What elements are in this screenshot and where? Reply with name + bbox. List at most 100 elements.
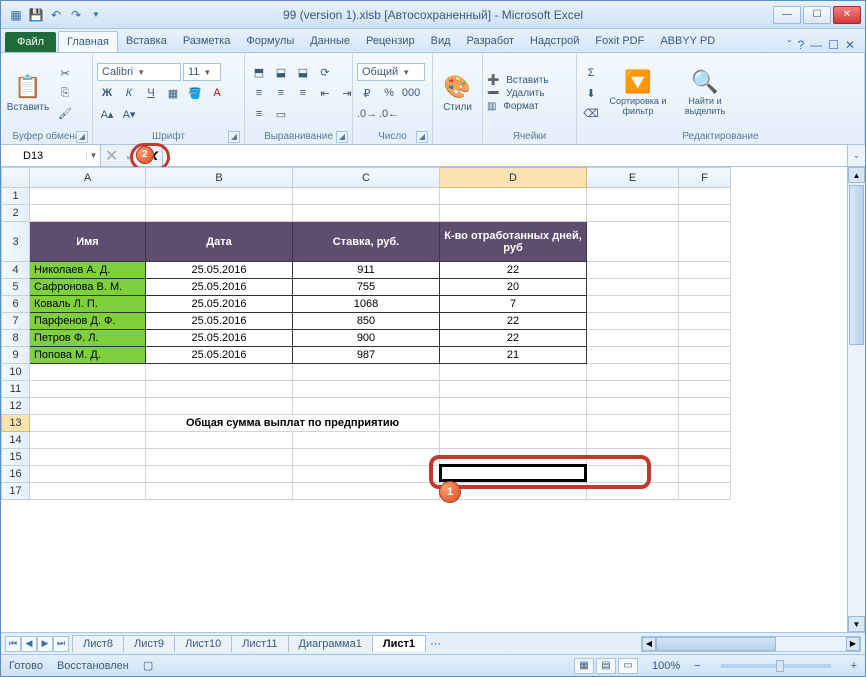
cell[interactable]: [30, 483, 146, 500]
data-cell[interactable]: 25.05.2016: [146, 330, 293, 347]
cell[interactable]: [679, 296, 731, 313]
border-button[interactable]: ▦: [163, 84, 183, 102]
doc-max-icon[interactable]: ☐: [828, 38, 839, 52]
cell[interactable]: [440, 483, 587, 500]
name-cell[interactable]: Парфенов Д. Ф.: [30, 313, 146, 330]
sheet-tab[interactable]: Диаграмма1: [288, 635, 373, 652]
delete-cells-button[interactable]: ➖ Удалить: [487, 88, 549, 99]
number-dialog-launcher[interactable]: ◢: [416, 131, 428, 143]
cancel-icon[interactable]: ✕: [105, 146, 118, 166]
align-middle-icon[interactable]: ⬓: [271, 63, 291, 81]
cell[interactable]: [679, 262, 731, 279]
row-header[interactable]: 9: [2, 347, 30, 364]
row-header[interactable]: 15: [2, 449, 30, 466]
zoom-slider[interactable]: [721, 664, 831, 668]
row-header[interactable]: 1: [2, 188, 30, 205]
font-dialog-launcher[interactable]: ◢: [228, 131, 240, 143]
cell[interactable]: [440, 205, 587, 222]
cell[interactable]: [587, 205, 679, 222]
undo-icon[interactable]: ↶: [47, 6, 65, 24]
cell[interactable]: [293, 205, 440, 222]
total-label-cell[interactable]: Общая сумма выплат по предприятию: [146, 415, 440, 432]
cell[interactable]: [587, 262, 679, 279]
table-header-cell[interactable]: Дата: [146, 222, 293, 262]
row-header[interactable]: 5: [2, 279, 30, 296]
sheet-nav-first-icon[interactable]: ⏮: [5, 636, 21, 652]
hscroll-left-icon[interactable]: ◀: [642, 637, 656, 651]
cell[interactable]: [30, 449, 146, 466]
name-cell[interactable]: Коваль Л. П.: [30, 296, 146, 313]
cell[interactable]: [293, 449, 440, 466]
cell[interactable]: [440, 398, 587, 415]
data-cell[interactable]: 900: [293, 330, 440, 347]
increase-decimal-icon[interactable]: .0→: [357, 105, 377, 123]
align-left-icon[interactable]: ≡: [249, 84, 269, 102]
cell[interactable]: [146, 205, 293, 222]
cell[interactable]: [679, 466, 731, 483]
cell[interactable]: [587, 313, 679, 330]
cell[interactable]: [587, 330, 679, 347]
doc-min-icon[interactable]: —: [810, 38, 822, 52]
help-icon[interactable]: ?: [797, 38, 804, 52]
cell[interactable]: [679, 205, 731, 222]
cell[interactable]: [679, 449, 731, 466]
zoom-out-button[interactable]: −: [694, 660, 700, 672]
cell[interactable]: [293, 188, 440, 205]
minimize-ribbon-icon[interactable]: ˇ: [787, 38, 791, 52]
sheet-tab[interactable]: Лист11: [231, 635, 288, 652]
cell[interactable]: [293, 381, 440, 398]
ribbon-tab-вид[interactable]: Вид: [423, 31, 459, 52]
row-header[interactable]: 13: [2, 415, 30, 432]
format-painter-icon[interactable]: 🖌: [55, 104, 75, 122]
cell[interactable]: [679, 222, 731, 262]
cell[interactable]: [293, 432, 440, 449]
redo-icon[interactable]: ↷: [67, 6, 85, 24]
decrease-decimal-icon[interactable]: .0←: [379, 105, 399, 123]
cell[interactable]: [679, 398, 731, 415]
data-cell[interactable]: 25.05.2016: [146, 296, 293, 313]
data-cell[interactable]: 25.05.2016: [146, 347, 293, 364]
cell[interactable]: [587, 364, 679, 381]
decrease-font-icon[interactable]: A▾: [119, 105, 139, 123]
format-cells-button[interactable]: ▥ Формат: [487, 101, 549, 112]
cell[interactable]: [146, 483, 293, 500]
formula-bar-expand-icon[interactable]: ⌄: [847, 145, 865, 166]
maximize-button[interactable]: ☐: [803, 6, 831, 24]
insert-cells-button[interactable]: ➕ Вставить: [487, 75, 549, 86]
cell[interactable]: [440, 432, 587, 449]
comma-icon[interactable]: 000: [401, 84, 421, 102]
cell[interactable]: [30, 466, 146, 483]
active-cell[interactable]: [440, 415, 587, 432]
scroll-down-icon[interactable]: ▼: [848, 616, 865, 632]
align-bottom-icon[interactable]: ⬓: [293, 63, 313, 81]
table-header-cell[interactable]: Имя: [30, 222, 146, 262]
cell[interactable]: [146, 364, 293, 381]
font-size-combo[interactable]: 11▼: [183, 63, 221, 81]
cell[interactable]: [146, 432, 293, 449]
cell[interactable]: [587, 449, 679, 466]
cut-icon[interactable]: ✂: [55, 64, 75, 82]
cell[interactable]: [440, 188, 587, 205]
column-header[interactable]: D: [440, 168, 587, 188]
hscroll-right-icon[interactable]: ▶: [846, 637, 860, 651]
align-dialog-launcher[interactable]: ◢: [336, 131, 348, 143]
sheet-tab[interactable]: Лист8: [72, 635, 124, 652]
data-cell[interactable]: 911: [293, 262, 440, 279]
cell[interactable]: [587, 222, 679, 262]
cell[interactable]: [587, 381, 679, 398]
cell[interactable]: [146, 188, 293, 205]
clear-icon[interactable]: ⌫: [581, 104, 601, 122]
cell[interactable]: [679, 432, 731, 449]
ribbon-tab-главная[interactable]: Главная: [58, 31, 118, 52]
cell[interactable]: [30, 415, 146, 432]
number-format-combo[interactable]: Общий▼: [357, 63, 425, 81]
italic-button[interactable]: К: [119, 84, 139, 102]
cell[interactable]: [587, 483, 679, 500]
percent-icon[interactable]: %: [379, 84, 399, 102]
cell[interactable]: [293, 398, 440, 415]
align-right-icon[interactable]: ≡: [293, 84, 313, 102]
sheet-nav-next-icon[interactable]: ▶: [37, 636, 53, 652]
zoom-slider-handle[interactable]: [776, 660, 784, 672]
vertical-scrollbar[interactable]: ▲ ▼: [847, 167, 865, 632]
cell[interactable]: [679, 347, 731, 364]
